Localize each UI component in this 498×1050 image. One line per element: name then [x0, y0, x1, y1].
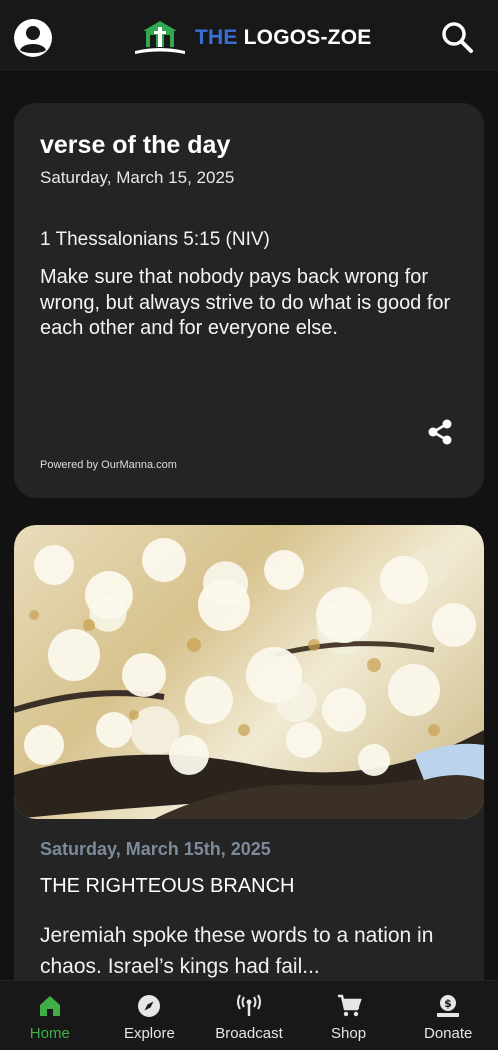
compass-icon [138, 995, 161, 1017]
nav-label-explore: Explore [123, 1025, 175, 1042]
nav-label-donate: Donate [423, 1025, 473, 1042]
top-app-bar: THE LOGOS-ZOE [0, 0, 498, 70]
nav-label-shop: Shop [331, 1025, 367, 1042]
brand-name: THE LOGOS-ZOE [195, 26, 371, 50]
nav-label-broadcast: Broadcast [215, 1025, 283, 1042]
share-icon[interactable] [426, 418, 454, 446]
app-screen: THE LOGOS-ZOE verse of the day Saturday,… [0, 0, 498, 1050]
verse-text: Make sure that nobody pays back wrong fo… [40, 266, 451, 339]
devotional-image [14, 525, 484, 819]
broadcast-icon [236, 994, 261, 1016]
brand-logo[interactable]: THE LOGOS-ZOE [133, 18, 371, 58]
brand-title: LOGOS-ZOE [243, 26, 372, 49]
nav-explore[interactable]: Explore [100, 981, 200, 1050]
cart-icon [337, 994, 362, 1017]
donate-icon: $ [437, 995, 460, 1017]
svg-text:$: $ [444, 997, 452, 1010]
powered-by-text: Powered by OurManna.com [40, 459, 177, 471]
verse-date: Saturday, March 15, 2025 [40, 168, 235, 187]
home-icon [39, 996, 60, 1016]
verse-card-title: verse of the day [40, 131, 231, 159]
verse-reference: 1 Thessalonians 5:15 (NIV) [40, 229, 270, 250]
devotional-excerpt: Jeremiah spoke these words to a nation i… [40, 924, 434, 978]
devotional-date: Saturday, March 15th, 2025 [40, 839, 271, 859]
account-icon[interactable] [13, 18, 53, 58]
nav-broadcast[interactable]: Broadcast [199, 981, 299, 1050]
nav-label-home: Home [29, 1025, 70, 1042]
devotional-card[interactable]: Saturday, March 15th, 2025 THE RIGHTEOUS… [14, 525, 484, 995]
brand-prefix: THE [195, 26, 238, 49]
nav-home[interactable]: Home [0, 981, 100, 1050]
blossom-illustration [14, 538, 484, 819]
devotional-title: THE RIGHTEOUS BRANCH [40, 875, 295, 897]
bottom-navigation: Home Explore Broadcast Shop $ Donate [0, 980, 498, 1050]
search-icon[interactable] [440, 20, 474, 54]
logo-icon [135, 21, 185, 54]
nav-shop[interactable]: Shop [299, 981, 399, 1050]
nav-donate[interactable]: $ Donate [398, 981, 498, 1050]
verse-of-the-day-card[interactable]: verse of the day Saturday, March 15, 202… [14, 103, 484, 498]
